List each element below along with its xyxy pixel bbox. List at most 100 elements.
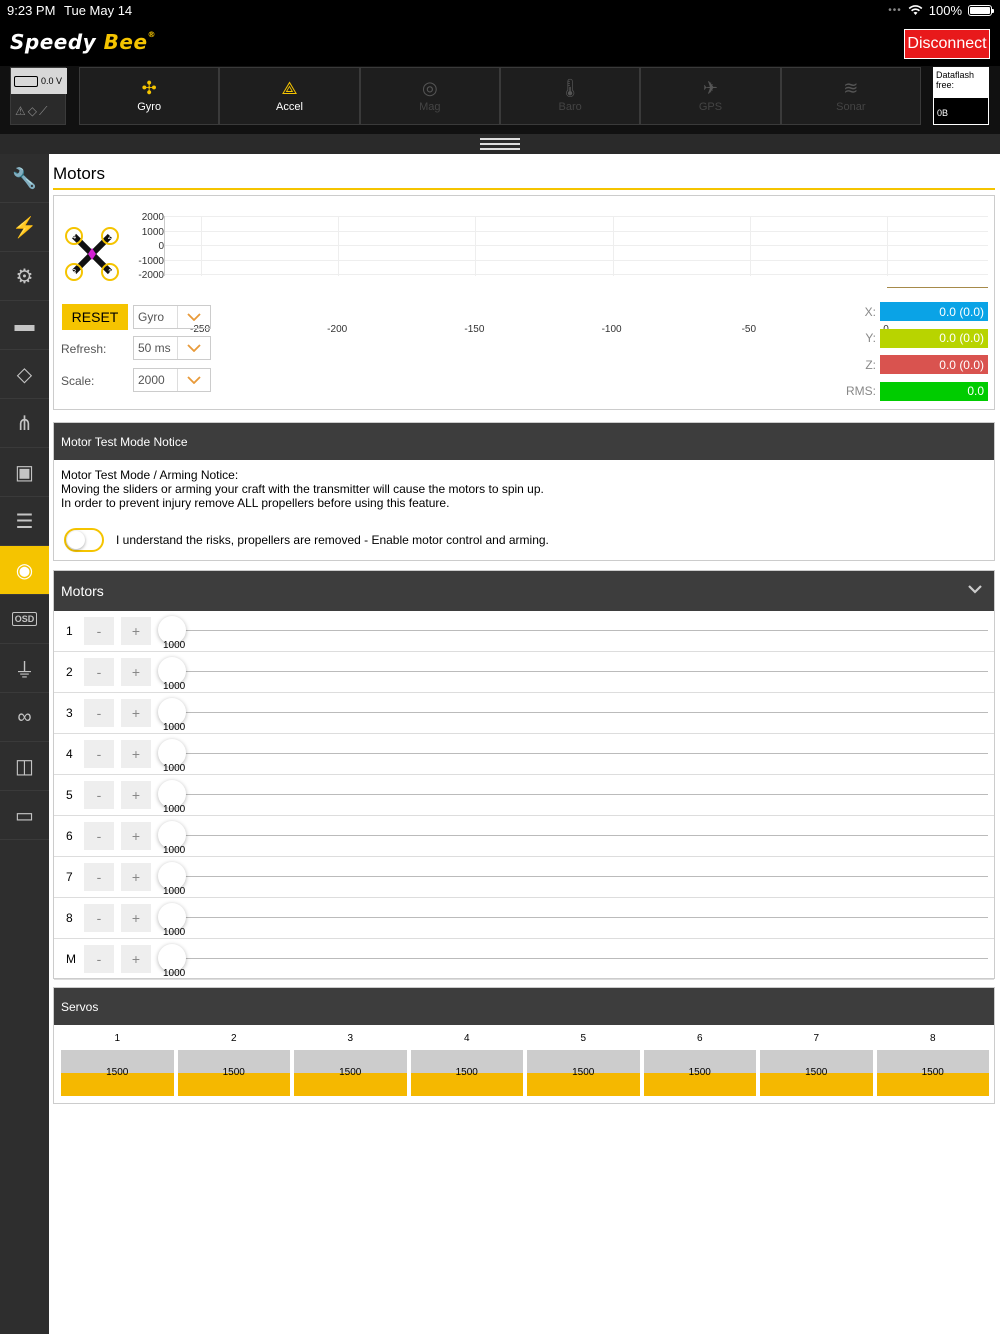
motor-slider-track[interactable] bbox=[172, 753, 988, 754]
axis-value: 0.0 (0.0) bbox=[880, 355, 988, 374]
warning-icon: ⚠ bbox=[15, 104, 28, 118]
motor-slider-track[interactable] bbox=[172, 958, 988, 959]
sensor-baro[interactable]: 🌡 Baro bbox=[499, 67, 641, 125]
x-tick-label: -200 bbox=[327, 324, 348, 335]
drawer-handle[interactable] bbox=[0, 134, 1000, 154]
motor-increase-button[interactable]: + bbox=[121, 904, 151, 932]
sidebar-item-cli[interactable]: ▭ bbox=[0, 791, 49, 840]
link-icon: ⟋ bbox=[39, 104, 50, 118]
motor-number: M bbox=[66, 952, 76, 966]
sidebar-item-battery[interactable]: ▬ bbox=[0, 301, 49, 350]
disconnect-button[interactable]: Disconnect bbox=[904, 29, 990, 59]
satellite-icon: ✈ bbox=[702, 78, 719, 98]
motor-decrease-button[interactable]: - bbox=[84, 617, 114, 645]
motor-increase-button[interactable]: + bbox=[121, 863, 151, 891]
servo-bar: 1500 bbox=[643, 1050, 756, 1096]
sidebar-item-gear[interactable]: ⚙ bbox=[0, 252, 49, 301]
app-root: 9:23 PM Tue May 14 ••• 100% Speedy Bee® … bbox=[0, 0, 1000, 1334]
motor-increase-button[interactable]: + bbox=[121, 781, 151, 809]
motor-value: 1000 bbox=[163, 845, 186, 856]
source-select[interactable]: Gyro bbox=[133, 305, 211, 329]
scale-select[interactable]: 2000 bbox=[133, 368, 211, 392]
sidebar-item-motor[interactable]: ◉ bbox=[0, 546, 49, 595]
servo-item: 3 1500 bbox=[294, 1033, 407, 1096]
sensor-label: Gyro bbox=[137, 101, 162, 113]
sensor-bar: 0.0 V ⚠◇⟋ ✣ Gyro ⟁ Accel ◎ Mag 🌡 Baro ✈ GPS ≋ Sonar… bbox=[0, 66, 1000, 134]
axis-label: RMS: bbox=[846, 384, 876, 398]
motor-increase-button[interactable]: + bbox=[121, 945, 151, 973]
motor-label-1: 1 bbox=[108, 268, 113, 277]
motor-icon: ◉ bbox=[15, 559, 34, 582]
motors-header[interactable]: Motors bbox=[54, 571, 994, 611]
hamburger-icon bbox=[480, 138, 520, 150]
servo-index: 8 bbox=[929, 1033, 936, 1044]
motor-slider-track[interactable] bbox=[172, 630, 988, 631]
motor-increase-button[interactable]: + bbox=[121, 658, 151, 686]
grid-line bbox=[201, 216, 202, 276]
status-right: ••• 100% bbox=[888, 3, 994, 18]
sidebar-item-plug[interactable]: ⚡ bbox=[0, 203, 49, 252]
sensor-label: Sonar bbox=[836, 101, 866, 113]
motor-slider-track[interactable] bbox=[172, 794, 988, 795]
axis-label: Z: bbox=[865, 357, 876, 372]
sidebar-item-led[interactable]: ⏚ bbox=[0, 644, 49, 693]
sidebar-item-osd[interactable]: OSD bbox=[0, 595, 49, 644]
main-content: Motors 4 2 3 1 2000 1000 0 -1000 -2000 -250-… bbox=[49, 154, 1000, 1334]
motor-decrease-button[interactable]: - bbox=[84, 904, 114, 932]
sidebar-item-blackbox[interactable]: ∞ bbox=[0, 693, 49, 742]
motor-slider-track[interactable] bbox=[172, 835, 988, 836]
motor-number: 7 bbox=[66, 870, 73, 884]
sensor-gps[interactable]: ✈ GPS bbox=[640, 67, 781, 125]
sidebar-item-video[interactable]: ◫ bbox=[0, 742, 49, 791]
notice-line-1: Motor Test Mode / Arming Notice: bbox=[61, 468, 239, 482]
battery-voltage: 0.0 V bbox=[41, 76, 63, 86]
title-divider bbox=[53, 188, 995, 190]
motor-increase-button[interactable]: + bbox=[121, 822, 151, 850]
servo-value: 1500 bbox=[455, 1067, 478, 1078]
motor-increase-button[interactable]: + bbox=[121, 740, 151, 768]
sensor-accel[interactable]: ⟁ Accel bbox=[219, 67, 360, 125]
motor-slider-track[interactable] bbox=[172, 712, 988, 713]
motor-label-2: 2 bbox=[108, 232, 113, 241]
sidebar-item-network[interactable]: ⋔ bbox=[0, 399, 49, 448]
chevron-down-icon bbox=[177, 369, 210, 391]
motor-value: 1000 bbox=[163, 640, 186, 651]
motor-decrease-button[interactable]: - bbox=[84, 699, 114, 727]
sensor-gyro[interactable]: ✣ Gyro bbox=[79, 67, 220, 125]
motor-decrease-button[interactable]: - bbox=[84, 863, 114, 891]
sidebar-item-sliders[interactable]: ☰ bbox=[0, 497, 49, 546]
motor-value: 1000 bbox=[163, 886, 186, 897]
motor-decrease-button[interactable]: - bbox=[84, 781, 114, 809]
enable-motor-toggle[interactable] bbox=[64, 528, 104, 552]
servo-item: 4 1500 bbox=[410, 1033, 523, 1096]
refresh-select[interactable]: 50 ms bbox=[133, 336, 211, 360]
motor-value: 1000 bbox=[163, 804, 186, 815]
sidebar-item-remote[interactable]: ▣ bbox=[0, 448, 49, 497]
motor-number: 8 bbox=[66, 911, 73, 925]
dataflash-label: Dataflash free: bbox=[936, 70, 975, 90]
sensor-mag[interactable]: ◎ Mag bbox=[359, 67, 500, 125]
servo-index: 5 bbox=[580, 1033, 587, 1044]
motor-increase-button[interactable]: + bbox=[121, 617, 151, 645]
sidebar-item-parachute[interactable]: ◇ bbox=[0, 350, 49, 399]
reset-button[interactable]: RESET bbox=[62, 304, 128, 330]
servo-item: 7 1500 bbox=[760, 1033, 873, 1096]
motor-decrease-button[interactable]: - bbox=[84, 740, 114, 768]
sensor-sonar[interactable]: ≋ Sonar bbox=[780, 67, 921, 125]
graph-y-axis: 2000 1000 0 -1000 -2000 bbox=[114, 212, 164, 284]
servo-bar: 1500 bbox=[410, 1050, 523, 1096]
motor-value: 1000 bbox=[163, 681, 186, 692]
motor-slider-track[interactable] bbox=[172, 671, 988, 672]
motor-increase-button[interactable]: + bbox=[121, 699, 151, 727]
status-date: Tue May 14 bbox=[64, 3, 133, 18]
blackbox-icon: ∞ bbox=[17, 705, 32, 728]
motor-slider-track[interactable] bbox=[172, 876, 988, 877]
motor-slider-track[interactable] bbox=[172, 917, 988, 918]
scale-label: Scale: bbox=[61, 374, 95, 388]
sidebar-item-wrench[interactable]: 🔧 bbox=[0, 154, 49, 203]
sensor-label: Baro bbox=[558, 101, 582, 113]
motor-decrease-button[interactable]: - bbox=[84, 945, 114, 973]
motor-decrease-button[interactable]: - bbox=[84, 658, 114, 686]
servo-item: 1 1500 bbox=[61, 1033, 174, 1096]
motor-decrease-button[interactable]: - bbox=[84, 822, 114, 850]
